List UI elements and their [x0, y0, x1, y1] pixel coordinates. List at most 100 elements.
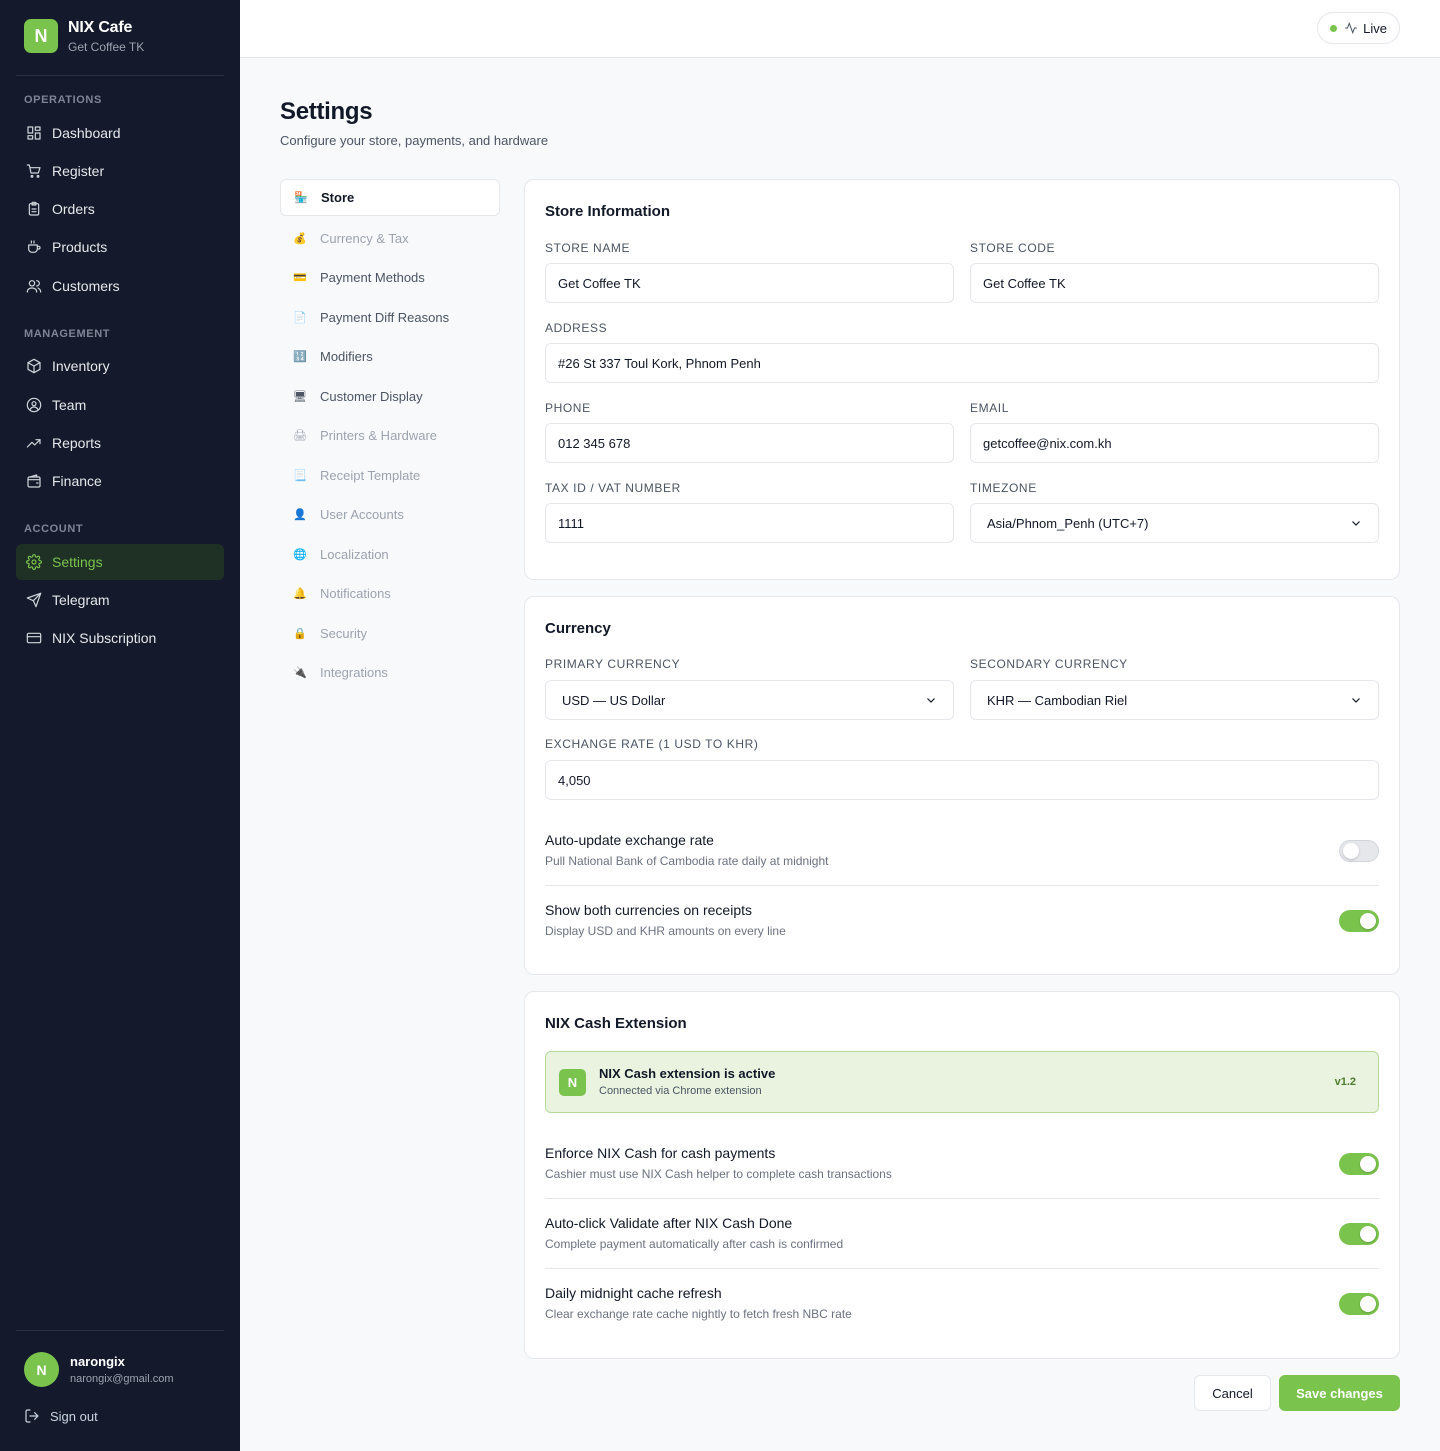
- settings-nav-printers-hardware[interactable]: 🖨 Printers & Hardware: [280, 417, 500, 454]
- activity-icon: [1345, 21, 1357, 35]
- wallet-icon: [27, 474, 41, 488]
- settings-nav-label: Payment Methods: [320, 270, 425, 285]
- settings-nav-modifiers[interactable]: 🔢 Modifiers: [280, 338, 500, 375]
- chevron-down-icon: [1352, 698, 1360, 703]
- brand[interactable]: N NIX Cafe Get Coffee TK: [24, 18, 144, 54]
- coffee-icon: [28, 240, 41, 253]
- sidebar-item-telegram[interactable]: Telegram: [16, 582, 224, 618]
- auto-update-rate-toggle[interactable]: [1339, 840, 1379, 862]
- sidebar-item-inventory[interactable]: Inventory: [16, 348, 224, 384]
- store-code-input[interactable]: [970, 263, 1379, 303]
- store-information-card: Store Information STORE NAME STORE CODE …: [524, 179, 1400, 580]
- globe-icon: 🌐: [293, 549, 307, 561]
- card-title: Store Information: [545, 203, 671, 220]
- settings-nav-label: Integrations: [320, 665, 388, 680]
- setting-title: Daily midnight cache refresh: [545, 1285, 722, 1301]
- sidebar-item-label: Settings: [52, 554, 103, 570]
- settings-nav-payment-diff-reasons[interactable]: 📄 Payment Diff Reasons: [280, 299, 500, 336]
- cache-refresh-toggle[interactable]: [1339, 1293, 1379, 1315]
- lock-icon: 🔒: [293, 628, 307, 640]
- primary-currency-select[interactable]: USD — US Dollar: [545, 680, 954, 720]
- enforce-nix-cash-row: Enforce NIX Cash for cash payments Cashi…: [545, 1145, 1379, 1185]
- settings-nav-currency-tax[interactable]: 💰 Currency & Tax: [280, 220, 500, 257]
- settings-nav-label: Notifications: [320, 586, 391, 601]
- exchange-rate-input[interactable]: [545, 760, 1379, 800]
- settings-nav-customer-display[interactable]: 🖥 Customer Display: [280, 378, 500, 415]
- timezone-label: TIMEZONE: [970, 481, 1037, 495]
- cart-icon: [26, 164, 41, 178]
- settings-nav-notifications[interactable]: 🔔 Notifications: [280, 575, 500, 612]
- user-profile[interactable]: N narongix narongix@gmail.com: [24, 1352, 174, 1387]
- tax-id-input[interactable]: [545, 503, 954, 543]
- setting-description: Clear exchange rate cache nightly to fet…: [545, 1307, 852, 1321]
- settings-nav-integrations[interactable]: 🔌 Integrations: [280, 654, 500, 691]
- enforce-nix-cash-toggle[interactable]: [1339, 1153, 1379, 1175]
- sidebar-item-team[interactable]: Team: [16, 387, 224, 423]
- sidebar-section-management: MANAGEMENT: [24, 328, 111, 340]
- timezone-select[interactable]: Asia/Phnom_Penh (UTC+7): [970, 503, 1379, 543]
- tax-id-label: TAX ID / VAT NUMBER: [545, 481, 681, 495]
- show-both-currencies-toggle[interactable]: [1339, 910, 1379, 932]
- secondary-currency-select[interactable]: KHR — Cambodian Riel: [970, 680, 1379, 720]
- row-divider: [545, 885, 1379, 886]
- sidebar-item-nix-subscription[interactable]: NIX Subscription: [16, 620, 224, 656]
- nix-cash-logo: N: [559, 1069, 586, 1096]
- logout-icon: [25, 1409, 39, 1423]
- sidebar-item-label: Register: [52, 163, 105, 179]
- trend-icon: [26, 439, 41, 448]
- settings-nav-user-accounts[interactable]: 👤 User Accounts: [280, 496, 500, 533]
- document-icon: 📄: [293, 312, 307, 324]
- setting-description: Cashier must use NIX Cash helper to comp…: [545, 1167, 892, 1181]
- cancel-button[interactable]: Cancel: [1194, 1375, 1271, 1411]
- user-circle-icon: [26, 397, 42, 413]
- extension-status-subtitle: Connected via Chrome extension: [599, 1085, 762, 1097]
- settings-nav-label: Modifiers: [320, 349, 373, 364]
- sidebar-item-label: Products: [52, 239, 108, 255]
- plug-icon: 🔌: [293, 667, 307, 679]
- settings-nav-payment-methods[interactable]: 💳 Payment Methods: [280, 259, 500, 296]
- sidebar-item-label: Telegram: [52, 592, 110, 608]
- setting-title: Enforce NIX Cash for cash payments: [545, 1145, 776, 1161]
- address-input[interactable]: [545, 343, 1379, 383]
- store-icon: 🏪: [294, 192, 308, 204]
- sidebar: N NIX Cafe Get Coffee TK OPERATIONS Dash…: [0, 0, 240, 1451]
- sign-out-button[interactable]: Sign out: [24, 1406, 98, 1426]
- save-changes-button[interactable]: Save changes: [1279, 1375, 1400, 1411]
- sidebar-item-orders[interactable]: Orders: [16, 191, 224, 227]
- chevron-down-icon: [927, 698, 935, 703]
- settings-nav-localization[interactable]: 🌐 Localization: [280, 536, 500, 573]
- live-status-badge[interactable]: Live: [1317, 12, 1400, 44]
- numbers-icon: 🔢: [293, 351, 307, 363]
- address-label: ADDRESS: [545, 321, 608, 335]
- settings-nav-store[interactable]: 🏪 Store: [280, 179, 500, 216]
- phone-input[interactable]: [545, 423, 954, 463]
- sidebar-item-register[interactable]: Register: [16, 153, 224, 189]
- settings-nav-label: Localization: [320, 547, 389, 562]
- box-icon: [27, 358, 41, 374]
- sidebar-section-account: ACCOUNT: [24, 523, 84, 535]
- sidebar-item-dashboard[interactable]: Dashboard: [16, 115, 224, 151]
- toggle-knob: [1360, 1156, 1376, 1172]
- sidebar-item-label: Finance: [52, 473, 102, 489]
- nix-cash-extension-card: NIX Cash Extension N NIX Cash extension …: [524, 991, 1400, 1359]
- money-bag-icon: 💰: [293, 233, 307, 245]
- settings-nav-receipt-template[interactable]: 📃 Receipt Template: [280, 457, 500, 494]
- sidebar-item-finance[interactable]: Finance: [16, 463, 224, 499]
- email-input[interactable]: [970, 423, 1379, 463]
- gear-icon: [26, 554, 42, 570]
- store-name-input[interactable]: [545, 263, 954, 303]
- auto-validate-toggle[interactable]: [1339, 1223, 1379, 1245]
- user-icon: 👤: [293, 509, 307, 521]
- secondary-currency-label: SECONDARY CURRENCY: [970, 657, 1128, 671]
- sidebar-item-settings[interactable]: Settings: [16, 544, 224, 580]
- setting-title: Auto-click Validate after NIX Cash Done: [545, 1215, 793, 1231]
- top-bar: Live: [240, 0, 1440, 58]
- settings-nav-label: Store: [321, 190, 355, 205]
- sidebar-item-products[interactable]: Products: [16, 229, 224, 265]
- sidebar-item-reports[interactable]: Reports: [16, 425, 224, 461]
- settings-nav-security[interactable]: 🔒 Security: [280, 615, 500, 652]
- sidebar-item-label: Reports: [52, 435, 102, 451]
- card-icon: [26, 632, 42, 644]
- settings-nav-label: Payment Diff Reasons: [320, 310, 450, 325]
- sidebar-item-customers[interactable]: Customers: [16, 268, 224, 304]
